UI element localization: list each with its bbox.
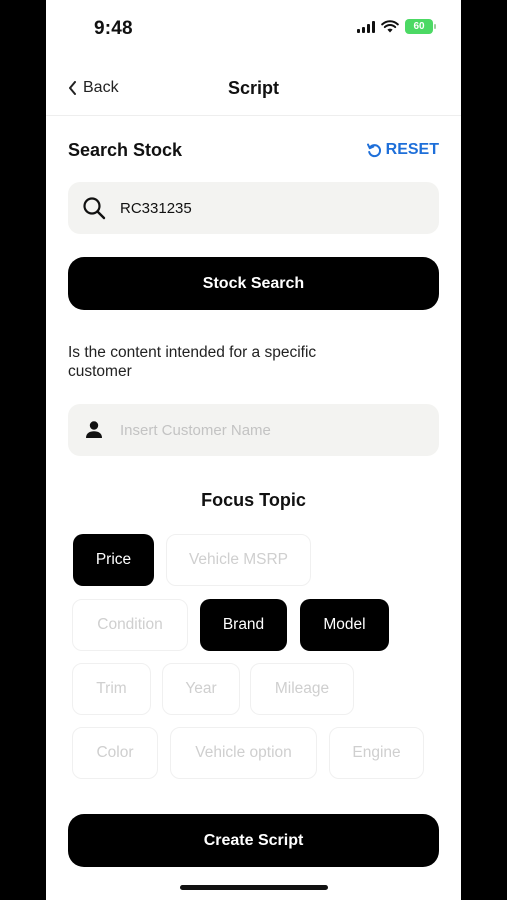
chip-vehicle-msrp[interactable]: Vehicle MSRP xyxy=(166,534,311,586)
reset-label: RESET xyxy=(385,141,439,158)
stock-search-button[interactable]: Stock Search xyxy=(68,257,439,310)
chip-year[interactable]: Year xyxy=(162,663,240,715)
stock-search-field[interactable] xyxy=(68,182,439,234)
chip-price[interactable]: Price xyxy=(73,534,154,586)
customer-name-field[interactable] xyxy=(68,404,439,456)
chip-brand[interactable]: Brand xyxy=(200,599,287,651)
status-icons: 60 xyxy=(357,19,436,34)
chip-engine[interactable]: Engine xyxy=(329,727,424,779)
reset-icon xyxy=(366,143,381,158)
customer-name-input[interactable] xyxy=(120,421,400,439)
page-title: Script xyxy=(227,78,279,98)
search-icon xyxy=(83,197,106,220)
chip-model[interactable]: Model xyxy=(300,599,389,651)
reset-button[interactable]: RESET xyxy=(366,141,439,159)
focus-topic-title: Focus Topic xyxy=(201,490,306,510)
chip-mileage[interactable]: Mileage xyxy=(250,663,354,715)
signal-icon xyxy=(357,20,375,33)
customer-question: Is the content intended for a specific c… xyxy=(68,344,317,380)
status-time: 9:48 xyxy=(94,18,133,39)
person-icon xyxy=(86,421,102,438)
wifi-icon xyxy=(381,20,399,33)
create-script-button[interactable]: Create Script xyxy=(68,814,439,867)
chip-color[interactable]: Color xyxy=(72,727,158,779)
chip-condition[interactable]: Condition xyxy=(72,599,188,651)
stock-search-input[interactable] xyxy=(120,199,400,217)
battery-icon: 60 xyxy=(405,19,436,34)
app-screen: 9:48 60 Back Script Search Stock RESET R… xyxy=(46,0,461,900)
home-indicator xyxy=(180,885,328,890)
chip-trim[interactable]: Trim xyxy=(72,663,151,715)
chip-vehicle-option[interactable]: Vehicle option xyxy=(170,727,317,779)
nav-header: Back Script xyxy=(46,62,461,116)
search-stock-title: Search Stock xyxy=(68,140,183,160)
